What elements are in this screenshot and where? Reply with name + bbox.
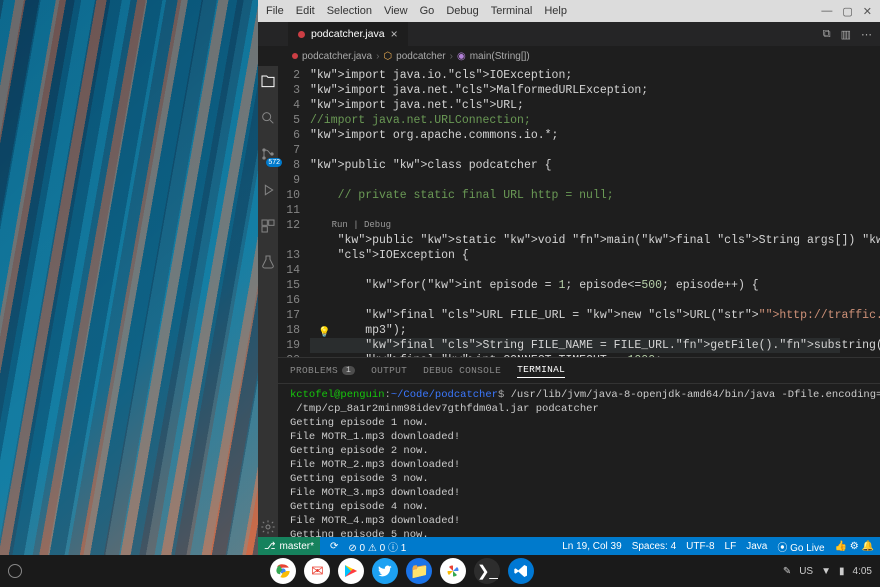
app-terminal[interactable]: ❯_ <box>474 558 500 584</box>
menu-terminal[interactable]: Terminal <box>491 5 533 17</box>
app-vscode[interactable] <box>508 558 534 584</box>
bottom-panel: PROBLEMS1 OUTPUT DEBUG CONSOLE TERMINAL … <box>278 357 880 537</box>
app-photos[interactable] <box>440 558 466 584</box>
breadcrumb-class[interactable]: podcatcher <box>396 51 445 62</box>
breadcrumb-method[interactable]: main(String[]) <box>470 51 530 62</box>
settings-icon[interactable] <box>258 517 278 537</box>
keyboard-layout[interactable]: US <box>799 566 813 577</box>
compare-icon[interactable]: ⧉ <box>823 28 831 41</box>
method-icon: ◉ <box>457 51 466 62</box>
cursor-position[interactable]: Ln 19, Col 39 <box>562 541 622 552</box>
split-icon[interactable]: ▥ <box>841 28 851 41</box>
status-bar: ⎇ master* ⟳ ⊘ 0 ⚠ 0 ⓘ 1 Ln 19, Col 39 Sp… <box>258 537 880 555</box>
class-icon: ⬡ <box>383 51 392 62</box>
tab-problems[interactable]: PROBLEMS1 <box>290 365 355 376</box>
menu-view[interactable]: View <box>384 5 408 17</box>
go-live[interactable]: ⦿ Go Live <box>777 539 824 554</box>
breadcrumb-file[interactable]: podcatcher.java <box>302 51 372 62</box>
tab-bar: podcatcher.java × ⧉ ▥ ⋯ <box>258 22 880 46</box>
java-file-icon <box>298 31 305 38</box>
menu-help[interactable]: Help <box>544 5 567 17</box>
close-icon[interactable]: ✕ <box>863 5 872 18</box>
network-icon[interactable]: ▼ <box>821 566 831 577</box>
tab-debug-console[interactable]: DEBUG CONSOLE <box>423 365 501 376</box>
app-chrome[interactable] <box>270 558 296 584</box>
tab-terminal[interactable]: TERMINAL <box>517 364 565 378</box>
menu-go[interactable]: Go <box>420 5 435 17</box>
problems-status[interactable]: ⊘ 0 ⚠ 0 ⓘ 1 <box>348 539 406 554</box>
feedback-icons[interactable]: 👍 ⚙ 🔔 <box>835 541 874 552</box>
breadcrumb[interactable]: podcatcher.java › ⬡ podcatcher › ◉ main(… <box>258 46 880 66</box>
shelf: ✉ 📁 ❯_ ✎ US ▼ ▮ 4:05 <box>0 555 880 587</box>
problems-count: 1 <box>342 366 355 375</box>
tab-close-icon[interactable]: × <box>391 27 398 41</box>
lightbulb-icon[interactable]: 💡 <box>318 326 330 341</box>
code-editor[interactable]: 23456789101112131415161718192021 "kw">im… <box>278 66 880 357</box>
tab-title: podcatcher.java <box>311 28 385 40</box>
source-control-icon[interactable]: 572 <box>258 144 278 164</box>
maximize-icon[interactable]: ▢ <box>842 5 852 18</box>
menubar: File Edit Selection View Go Debug Termin… <box>266 5 567 17</box>
launcher-icon[interactable] <box>8 564 22 578</box>
test-icon[interactable] <box>258 252 278 272</box>
explorer-icon[interactable] <box>258 72 278 92</box>
indentation[interactable]: Spaces: 4 <box>632 541 676 552</box>
language-mode[interactable]: Java <box>746 541 767 552</box>
tab-output[interactable]: OUTPUT <box>371 365 407 376</box>
titlebar: File Edit Selection View Go Debug Termin… <box>258 0 880 22</box>
activity-bar: 572 <box>258 66 278 537</box>
menu-selection[interactable]: Selection <box>327 5 372 17</box>
search-icon[interactable] <box>258 108 278 128</box>
git-branch[interactable]: ⎇ master* <box>258 537 320 555</box>
debug-icon[interactable] <box>258 180 278 200</box>
minimize-icon[interactable]: — <box>821 5 832 18</box>
java-file-icon <box>292 53 298 59</box>
battery-icon[interactable]: ▮ <box>839 566 845 577</box>
menu-edit[interactable]: Edit <box>296 5 315 17</box>
vscode-window: File Edit Selection View Go Debug Termin… <box>258 0 880 555</box>
tab-podcatcher[interactable]: podcatcher.java × <box>288 22 408 46</box>
clock[interactable]: 4:05 <box>853 566 872 577</box>
system-tray: ✎ US ▼ ▮ 4:05 <box>783 566 872 577</box>
app-play-store[interactable] <box>338 558 364 584</box>
app-gmail[interactable]: ✉ <box>304 558 330 584</box>
eol[interactable]: LF <box>725 541 737 552</box>
encoding[interactable]: UTF-8 <box>686 541 714 552</box>
app-files[interactable]: 📁 <box>406 558 432 584</box>
extensions-icon[interactable] <box>258 216 278 236</box>
app-twitter[interactable] <box>372 558 398 584</box>
line-gutter: 23456789101112131415161718192021 <box>278 66 310 357</box>
sync-icon[interactable]: ⟳ <box>330 541 338 552</box>
menu-debug[interactable]: Debug <box>446 5 478 17</box>
terminal-output[interactable]: kctofel@penguin:~/Code/podcatcher$ /usr/… <box>278 384 880 537</box>
menu-file[interactable]: File <box>266 5 284 17</box>
stylus-icon[interactable]: ✎ <box>783 566 791 577</box>
more-icon[interactable]: ⋯ <box>861 28 872 41</box>
